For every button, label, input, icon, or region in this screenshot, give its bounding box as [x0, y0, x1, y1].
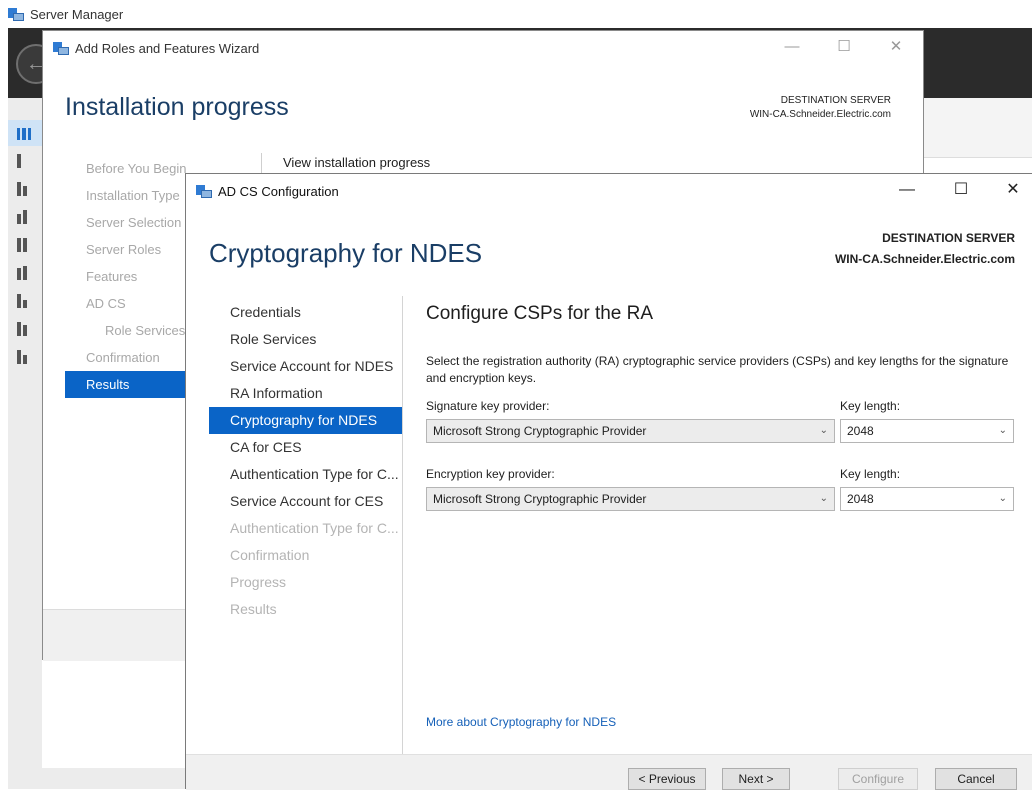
- nav-authentication-type-ces: Authentication Type for C...: [230, 520, 399, 536]
- print-services-icon[interactable]: [17, 350, 31, 364]
- server-manager-icon: [8, 7, 24, 21]
- cancel-button[interactable]: Cancel: [935, 768, 1017, 790]
- dialog-close-button[interactable]: ✕: [990, 174, 1032, 208]
- wizard-app-icon: [53, 41, 69, 55]
- dialog-page-title: Cryptography for NDES: [209, 238, 483, 268]
- dialog-maximize-button[interactable]: ☐: [938, 174, 984, 208]
- ad-cs-icon[interactable]: [17, 210, 31, 224]
- nav-cryptography-ndes[interactable]: Cryptography for NDES: [209, 407, 402, 434]
- dialog-divider: [402, 296, 403, 756]
- signature-provider-dropdown[interactable]: Microsoft Strong Cryptographic Provider …: [426, 419, 835, 443]
- configure-button: Configure: [838, 768, 918, 790]
- wizard-close-button[interactable]: ✕: [873, 31, 919, 65]
- encryption-key-length-label: Key length:: [840, 467, 901, 481]
- wizard-content-title: View installation progress: [283, 155, 431, 170]
- dialog-nav: Credentials Role Services Service Accoun…: [209, 299, 402, 623]
- dialog-destination-label: DESTINATION SERVER: [882, 231, 1015, 245]
- encryption-provider-value: Microsoft Strong Cryptographic Provider: [433, 492, 647, 506]
- dialog-main-content: Configure CSPs for the RA Select the reg…: [426, 299, 1016, 515]
- server-manager-bottom: [8, 768, 186, 789]
- dialog-destination-server: DESTINATION SERVER WIN-CA.Schneider.Elec…: [835, 228, 1015, 270]
- chevron-down-icon: ⌄: [819, 425, 828, 436]
- all-servers-icon[interactable]: [17, 182, 31, 196]
- nav-ca-for-ces[interactable]: CA for CES: [209, 434, 402, 461]
- wizard-nav-role-services: Role Services: [105, 323, 186, 338]
- wizard-title: Add Roles and Features Wizard: [75, 40, 260, 56]
- nav-service-account-ndes[interactable]: Service Account for NDES: [209, 353, 402, 380]
- section-description: Select the registration authority (RA) c…: [426, 354, 1009, 385]
- previous-button[interactable]: < Previous: [628, 768, 706, 790]
- dashboard-icon[interactable]: [17, 126, 31, 140]
- server-manager-sidebar: [8, 98, 42, 768]
- wizard-destination-label: DESTINATION SERVER: [780, 95, 891, 106]
- encryption-key-row: Encryption key provider: Key length: Mic…: [426, 467, 1016, 515]
- encryption-provider-dropdown[interactable]: Microsoft Strong Cryptographic Provider …: [426, 487, 835, 511]
- wizard-nav-server-roles: Server Roles: [86, 242, 162, 257]
- wizard-destination-server: DESTINATION SERVER WIN-CA.Schneider.Elec…: [750, 94, 891, 122]
- wizard-minimize-button[interactable]: —: [769, 31, 815, 65]
- wizard-nav-features: Features: [86, 269, 138, 284]
- wizard-nav-confirmation: Confirmation: [86, 350, 160, 365]
- section-title: Configure CSPs for the RA: [426, 303, 654, 324]
- wizard-nav-installation-type: Installation Type: [86, 188, 180, 203]
- nav-credentials[interactable]: Credentials: [209, 299, 402, 326]
- file-storage-icon[interactable]: [17, 322, 31, 336]
- chevron-down-icon: ⌄: [819, 493, 828, 504]
- dialog-title: AD CS Configuration: [218, 183, 339, 199]
- dialog-app-icon: [196, 184, 212, 198]
- dialog-destination-value: WIN-CA.Schneider.Electric.com: [834, 252, 1015, 266]
- wizard-maximize-button[interactable]: ☐: [821, 31, 867, 65]
- nav-authentication-type-cep[interactable]: Authentication Type for C...: [209, 461, 402, 488]
- ad-ds-icon[interactable]: [17, 238, 31, 252]
- encryption-key-length-dropdown[interactable]: 2048 ⌄: [840, 487, 1014, 511]
- server-manager-titlebar: Server Manager: [0, 0, 1032, 28]
- ad-cs-configuration-window: AD CS Configuration — ☐ ✕ Cryptography f…: [185, 173, 1032, 790]
- wizard-nav-ad-cs: AD CS: [86, 296, 126, 311]
- wizard-nav: Before You Begin Installation Type Serve…: [65, 155, 187, 398]
- encryption-provider-label: Encryption key provider:: [426, 467, 555, 481]
- signature-provider-value: Microsoft Strong Cryptographic Provider: [433, 424, 647, 438]
- signature-key-length-dropdown[interactable]: 2048 ⌄: [840, 419, 1014, 443]
- encryption-key-length-value: 2048: [847, 492, 874, 506]
- signature-key-length-value: 2048: [847, 424, 874, 438]
- wizard-destination-value: WIN-CA.Schneider.Electric.com: [749, 109, 891, 120]
- nav-service-account-ces[interactable]: Service Account for CES: [209, 488, 402, 515]
- wizard-nav-server-selection: Server Selection: [86, 215, 182, 230]
- chevron-down-icon: ⌄: [998, 493, 1007, 504]
- server-manager-title: Server Manager: [30, 6, 124, 22]
- wizard-nav-results[interactable]: Results: [65, 371, 187, 398]
- nav-ra-information[interactable]: RA Information: [209, 380, 402, 407]
- next-button[interactable]: Next >: [722, 768, 790, 790]
- dialog-minimize-button[interactable]: —: [884, 174, 930, 208]
- wizard-nav-before-you-begin: Before You Begin: [86, 161, 187, 176]
- local-server-icon[interactable]: [17, 154, 31, 168]
- nav-results: Results: [230, 601, 277, 617]
- more-about-link[interactable]: More about Cryptography for NDES: [426, 715, 616, 729]
- signature-key-row: Signature key provider: Key length: Micr…: [426, 399, 1016, 447]
- nav-confirmation: Confirmation: [230, 547, 310, 563]
- server-manager-content-area: [924, 98, 1032, 158]
- dns-icon[interactable]: [17, 294, 31, 308]
- nav-progress: Progress: [230, 574, 287, 590]
- chevron-down-icon: ⌄: [998, 425, 1007, 436]
- nav-role-services[interactable]: Role Services: [209, 326, 402, 353]
- signature-provider-label: Signature key provider:: [426, 399, 550, 413]
- signature-key-length-label: Key length:: [840, 399, 901, 413]
- iis-icon[interactable]: [17, 266, 31, 280]
- wizard-page-title: Installation progress: [65, 93, 289, 121]
